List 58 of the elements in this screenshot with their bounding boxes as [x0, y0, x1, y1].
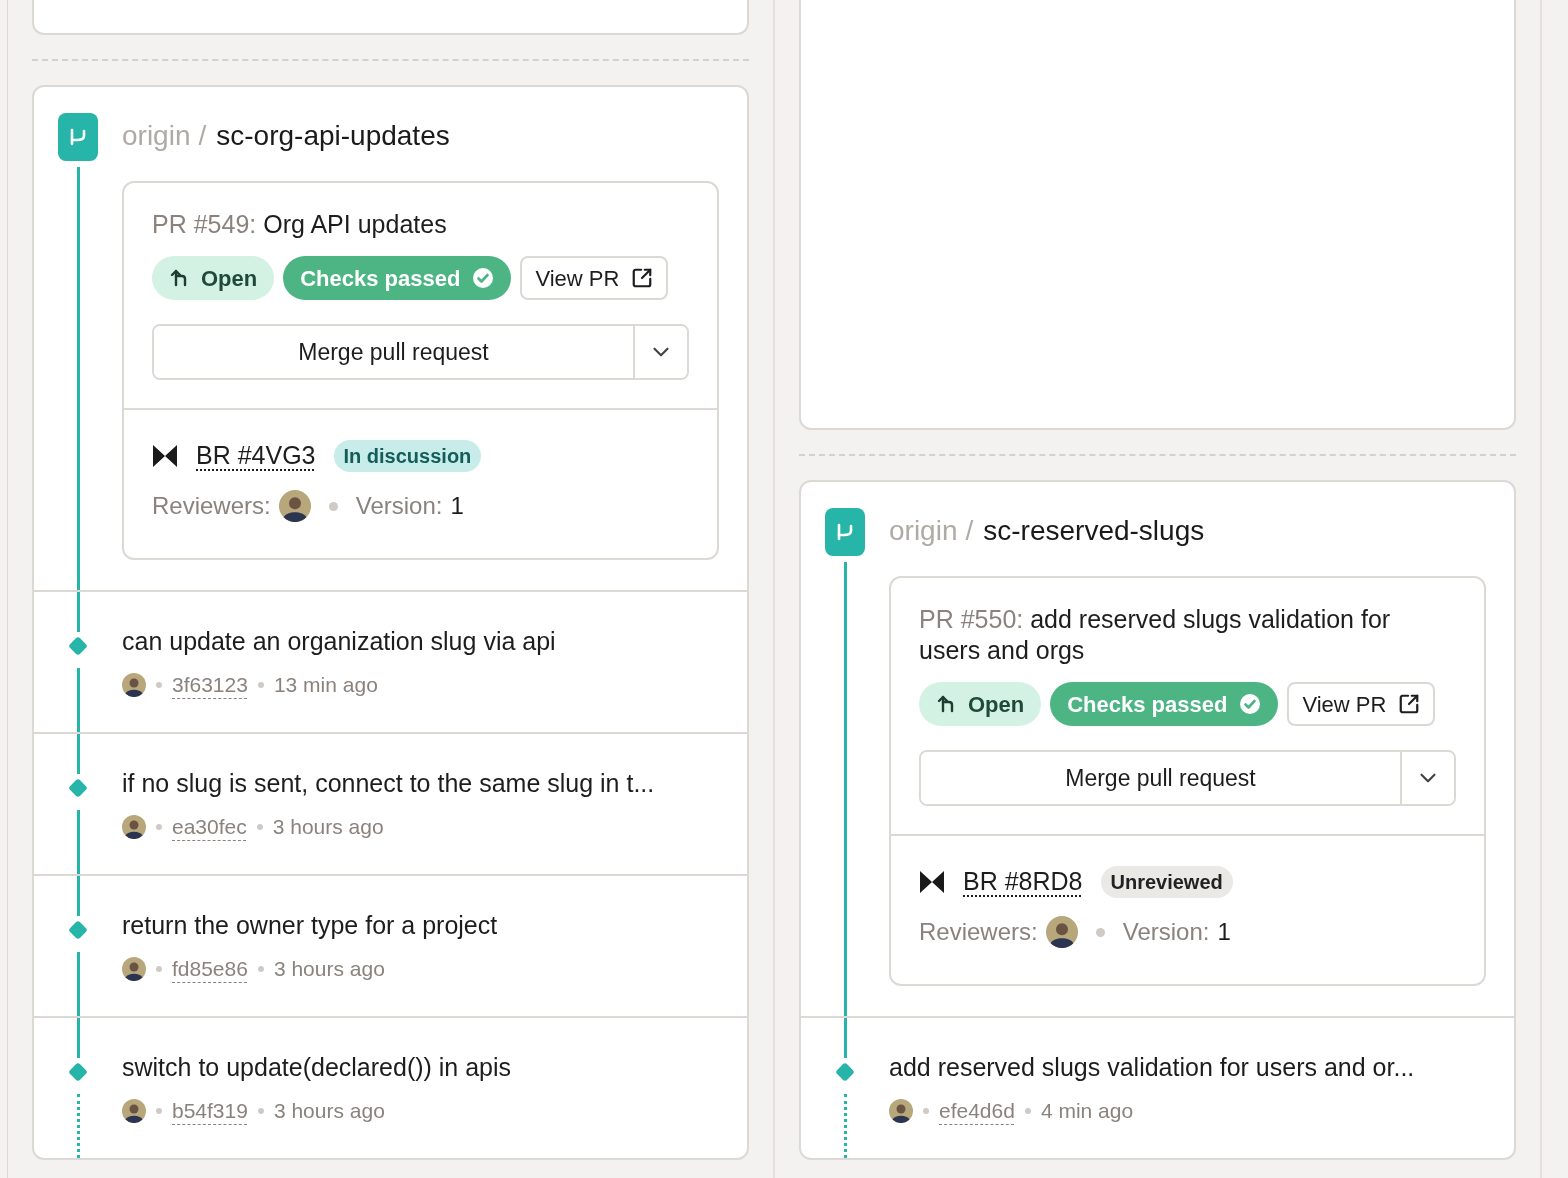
avatar-icon [122, 1098, 146, 1123]
open-status-badge: Open [152, 256, 275, 300]
view-pr-button[interactable]: View PR [1287, 682, 1436, 726]
check-circle-icon [1239, 693, 1262, 715]
avatar-icon [1045, 916, 1078, 948]
commit-message[interactable]: switch to update(declared()) in apis [122, 1051, 512, 1083]
path-separator: / [965, 514, 974, 548]
branch-name: sc-org-api-updates [216, 119, 450, 153]
commit-message[interactable]: return the owner type for a project [122, 909, 498, 941]
commit-hash[interactable]: fd85e86 [172, 953, 248, 985]
commit-time: 3 hours ago [273, 1098, 385, 1124]
review-link[interactable]: BR #8RD8 [963, 863, 1083, 901]
bowtie-icon [919, 870, 945, 894]
version-label: Version: [1122, 917, 1210, 947]
branch-name: sc-reserved-slugs [983, 514, 1205, 548]
external-link-icon [631, 267, 654, 289]
external-link-icon [1398, 693, 1421, 715]
remote-name: origin [889, 514, 958, 548]
open-status-badge: Open [919, 682, 1042, 726]
merge-options-button[interactable] [1400, 752, 1454, 804]
commit-time: 3 hours ago [272, 814, 384, 840]
commit-hash[interactable]: ea30fec [172, 811, 247, 843]
commit-time: 3 hours ago [273, 956, 385, 982]
avatar-icon [122, 672, 146, 697]
pull-request-icon [936, 694, 956, 714]
branch-icon [825, 508, 865, 556]
commit-message[interactable]: add reserved slugs validation for users and or... [889, 1051, 1415, 1083]
check-circle-icon [472, 267, 495, 289]
reviewers-label: Reviewers: [152, 491, 271, 521]
commit-time: 13 min ago [273, 672, 378, 698]
review-link[interactable]: BR #4VG3 [196, 437, 316, 475]
view-pr-button[interactable]: View PR [520, 256, 669, 300]
checks-status-badge: Checks passed [1050, 682, 1279, 726]
avatar-icon [122, 956, 146, 981]
version-number: 1 [1217, 917, 1231, 947]
version-label: Version: [355, 491, 443, 521]
commit-time: 4 min ago [1040, 1098, 1134, 1124]
reviewers-label: Reviewers: [919, 917, 1038, 947]
commit-message[interactable]: can update an organization slug via api [122, 625, 556, 657]
pull-request-title: PR #549: Org API updates [152, 209, 448, 240]
pull-request-title: PR #550: add reserved slugs validation for users and orgs [919, 604, 1392, 666]
commit-message[interactable]: if no slug is sent, connect to the same slug in t... [122, 767, 655, 799]
remote-name: origin [122, 119, 191, 153]
commit-hash[interactable]: efe4d6d [939, 1095, 1015, 1127]
pull-request-icon [169, 268, 189, 288]
path-separator: / [198, 119, 207, 153]
commit-hash[interactable]: b54f319 [172, 1095, 248, 1127]
bowtie-icon [152, 444, 178, 468]
branch-icon [58, 113, 98, 161]
checks-status-badge: Checks passed [283, 256, 512, 300]
avatar-icon [278, 490, 311, 522]
review-status-badge: Unreviewed [1100, 866, 1233, 898]
review-status-badge: In discussion [333, 440, 482, 472]
version-number: 1 [450, 491, 464, 521]
avatar-icon [122, 814, 146, 839]
avatar-icon [889, 1098, 913, 1123]
commit-hash[interactable]: 3f63123 [172, 669, 248, 701]
merge-options-button[interactable] [633, 326, 687, 378]
